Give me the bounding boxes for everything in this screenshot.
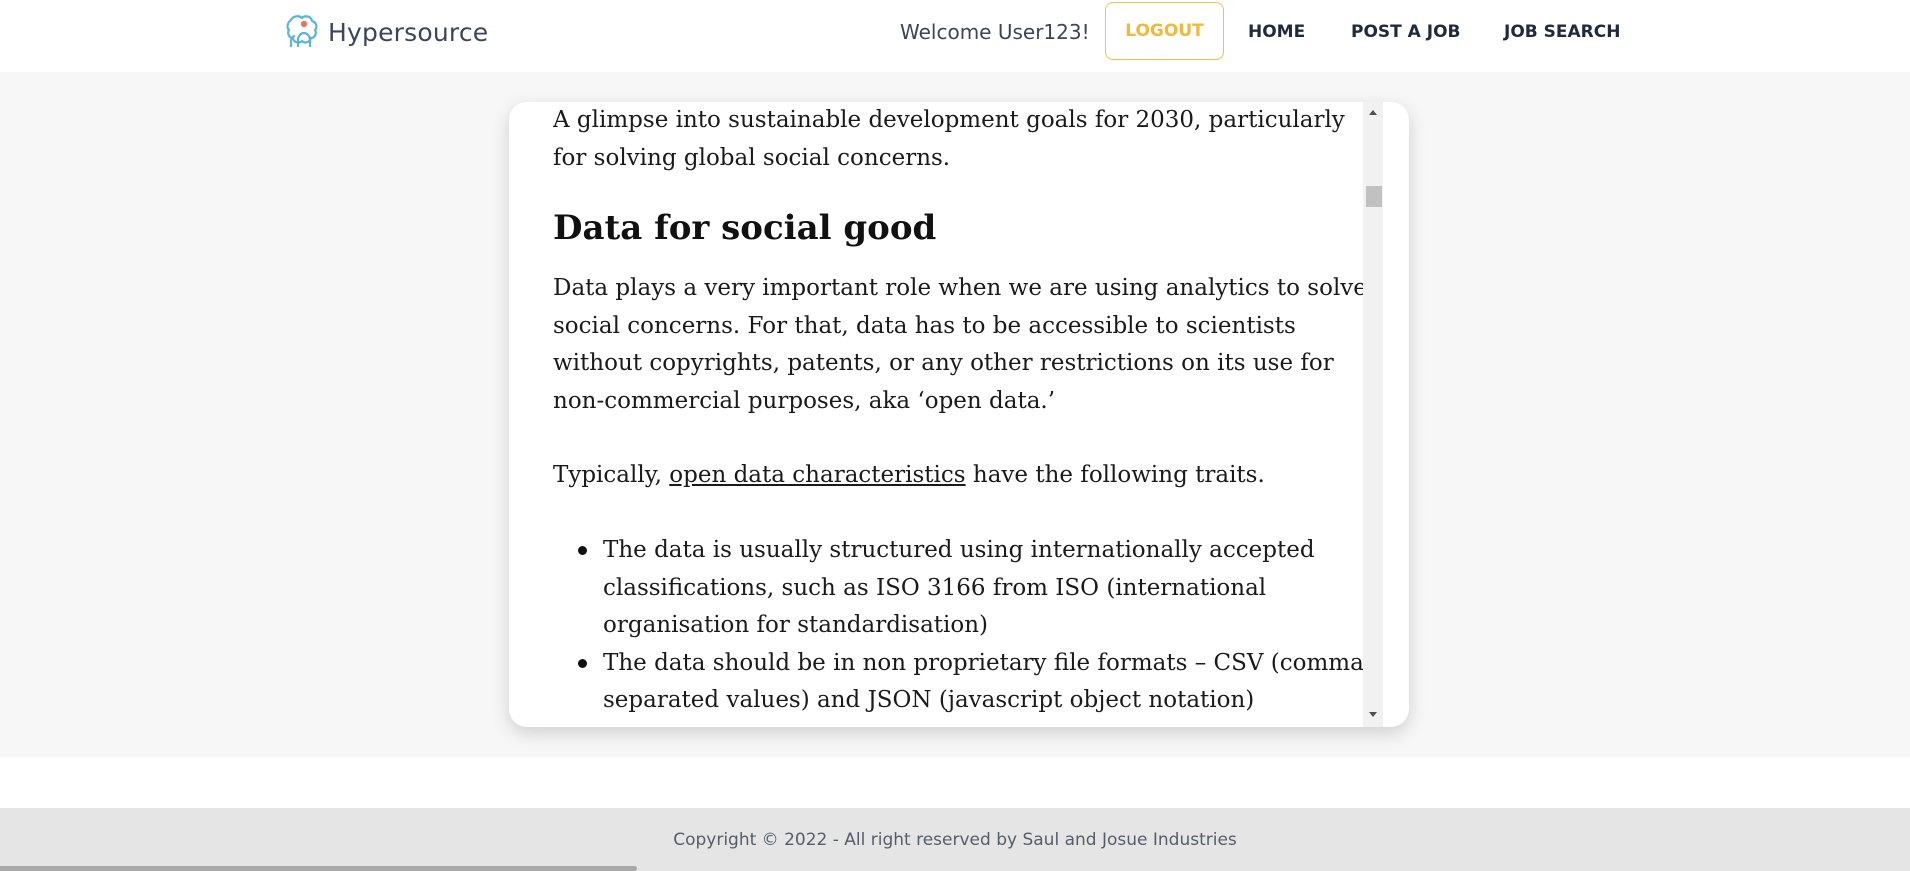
open-data-characteristics-link[interactable]: open data characteristics bbox=[669, 462, 965, 488]
traits-list: The data is usually structured using int… bbox=[553, 532, 1373, 720]
article-card[interactable]: A glimpse into sustainable development g… bbox=[509, 102, 1409, 727]
brand[interactable]: Hypersource bbox=[280, 12, 488, 52]
scrollbar-thumb[interactable] bbox=[1366, 186, 1382, 207]
scroll-up-arrow-icon[interactable] bbox=[1369, 110, 1377, 115]
scroll-down-arrow-icon[interactable] bbox=[1369, 712, 1377, 717]
article-content: A glimpse into sustainable development g… bbox=[553, 102, 1373, 727]
card-scrollbar[interactable] bbox=[1363, 102, 1383, 727]
data-importance-paragraph: Data plays a very important role when we… bbox=[553, 275, 1367, 414]
brain-people-logo-icon bbox=[286, 15, 318, 47]
traits-text-after: have the following traits. bbox=[965, 462, 1265, 488]
bullet-icon bbox=[578, 546, 587, 555]
welcome-message: Welcome User123! bbox=[900, 20, 1090, 44]
list-item: The data should be in non proprietary fi… bbox=[553, 645, 1373, 720]
section-heading: Data for social good bbox=[553, 208, 937, 248]
nav-job-search-link[interactable]: JOB SEARCH bbox=[1504, 18, 1620, 46]
list-item-text: The data should be in non proprietary fi… bbox=[603, 649, 1372, 714]
footer: Copyright © 2022 - All right reserved by… bbox=[0, 808, 1910, 871]
list-item: The data is usually structured using int… bbox=[553, 532, 1373, 645]
nav-home-link[interactable]: HOME bbox=[1248, 18, 1305, 46]
intro-paragraph: A glimpse into sustainable development g… bbox=[553, 107, 1345, 171]
list-item-text: The data is usually structured using int… bbox=[603, 537, 1315, 638]
traits-text-before: Typically, bbox=[553, 462, 670, 488]
nav-post-job-link[interactable]: POST A JOB bbox=[1351, 18, 1460, 46]
page-horizontal-scrollbar-thumb[interactable] bbox=[0, 866, 637, 871]
navbar: Hypersource Welcome User123! LOGOUT HOME… bbox=[0, 0, 1910, 72]
copyright-text: Copyright © 2022 - All right reserved by… bbox=[673, 830, 1237, 850]
logout-button[interactable]: LOGOUT bbox=[1105, 2, 1224, 60]
bullet-icon bbox=[578, 658, 587, 668]
brand-name: Hypersource bbox=[328, 17, 489, 47]
traits-paragraph: Typically, open data characteristics hav… bbox=[553, 457, 1373, 495]
